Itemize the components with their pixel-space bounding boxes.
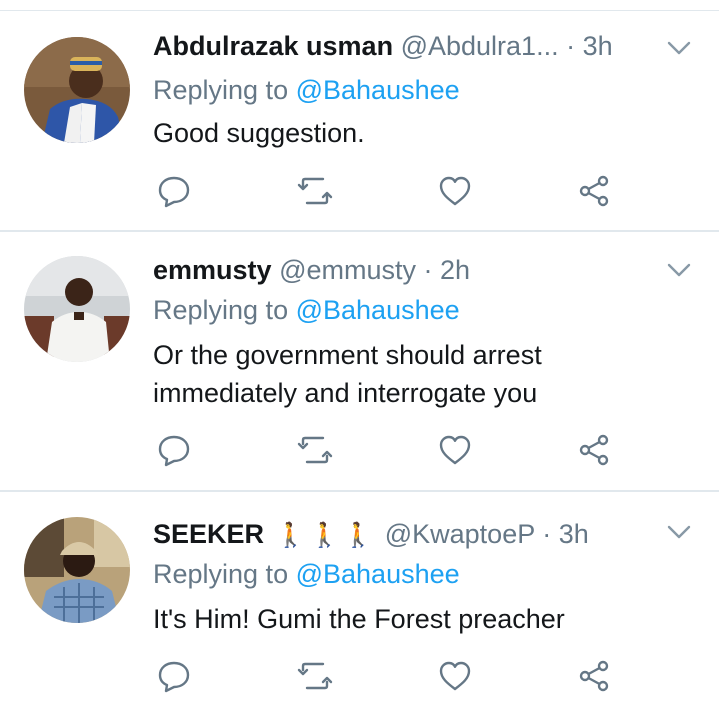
chevron-down-icon[interactable] — [665, 38, 693, 58]
reply-icon[interactable] — [156, 658, 192, 694]
display-name[interactable]: Abdulrazak usman — [153, 31, 393, 61]
separator-dot: · — [542, 519, 552, 549]
replying-to-label: Replying to — [153, 559, 289, 589]
share-icon[interactable] — [577, 173, 613, 209]
tweet-header: SEEKER 🚶🚶🚶 @KwaptoeP · 3h — [153, 516, 649, 552]
walking-person-emoji: 🚶🚶🚶 — [275, 522, 378, 549]
tweet-3[interactable]: SEEKER 🚶🚶🚶 @KwaptoeP · 3h Replying to @B… — [0, 492, 719, 711]
avatar[interactable] — [24, 256, 130, 362]
chevron-down-icon[interactable] — [665, 260, 693, 280]
separator-dot: · — [566, 31, 576, 61]
display-name[interactable]: SEEKER — [153, 519, 264, 549]
like-icon[interactable] — [437, 432, 473, 468]
share-icon[interactable] — [577, 658, 613, 694]
mention-link[interactable]: @Bahaushee — [296, 295, 460, 325]
user-handle[interactable]: @Abdulra1... — [401, 31, 559, 61]
timestamp[interactable]: 3h — [559, 519, 589, 549]
user-handle[interactable]: @emmusty — [279, 255, 416, 285]
replying-to: Replying to @Bahaushee — [153, 72, 460, 108]
like-icon[interactable] — [437, 658, 473, 694]
reply-icon[interactable] — [156, 173, 192, 209]
separator-dot: · — [423, 255, 433, 285]
user-handle[interactable]: @KwaptoeP — [385, 519, 535, 549]
like-icon[interactable] — [437, 173, 473, 209]
chevron-down-icon[interactable] — [665, 522, 693, 542]
timestamp[interactable]: 2h — [440, 255, 470, 285]
avatar[interactable] — [24, 517, 130, 623]
mention-link[interactable]: @Bahaushee — [296, 559, 460, 589]
tweet-2[interactable]: emmusty @emmusty · 2h Replying to @Bahau… — [0, 232, 719, 492]
share-icon[interactable] — [577, 432, 613, 468]
tweet-text: Good suggestion. — [153, 118, 365, 148]
tweet-header: emmusty @emmusty · 2h — [153, 252, 649, 288]
replying-to-label: Replying to — [153, 75, 289, 105]
retweet-icon[interactable] — [297, 658, 333, 694]
display-name[interactable]: emmusty — [153, 255, 272, 285]
tweet-header: Abdulrazak usman @Abdulra1... · 3h — [153, 28, 649, 64]
avatar[interactable] — [24, 37, 130, 143]
mention-link[interactable]: @Bahaushee — [296, 75, 460, 105]
timestamp[interactable]: 3h — [583, 31, 613, 61]
replying-to: Replying to @Bahaushee — [153, 292, 460, 328]
replying-to: Replying to @Bahaushee — [153, 556, 460, 592]
retweet-icon[interactable] — [297, 173, 333, 209]
reply-icon[interactable] — [156, 432, 192, 468]
tweet-1[interactable]: Abdulrazak usman @Abdulra1... · 3h Reply… — [0, 0, 719, 232]
tweet-text: It's Him! Gumi the Forest preacher — [153, 604, 565, 634]
tweet-text: Or the government should arrest immediat… — [153, 340, 542, 408]
retweet-icon[interactable] — [297, 432, 333, 468]
replying-to-label: Replying to — [153, 295, 289, 325]
